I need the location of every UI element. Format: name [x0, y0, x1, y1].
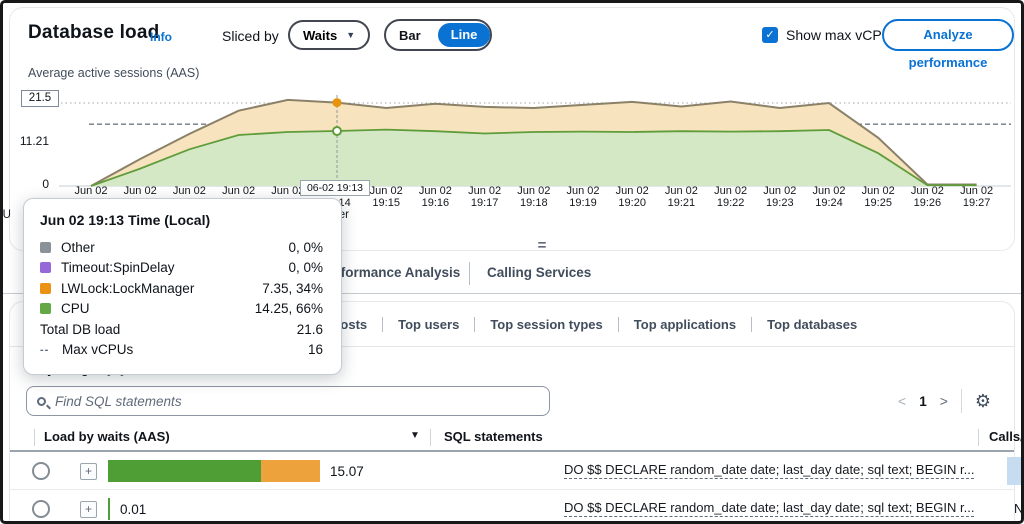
tooltip-row: Timeout:SpinDelay0, 0%	[40, 258, 323, 279]
expand-icon[interactable]: +	[80, 501, 97, 518]
x-axis-tick: Jun 0219:25	[850, 185, 906, 209]
column-load-by-waits: Load by waits (AAS)	[44, 429, 170, 444]
row-radio-button[interactable]	[32, 462, 50, 480]
sub-tab-top-users[interactable]: Top users	[382, 317, 474, 332]
series-swatch-icon	[40, 262, 51, 273]
chevron-left-icon[interactable]: <	[898, 393, 906, 409]
load-bar	[108, 460, 320, 482]
total-db-load-label: Total DB load	[40, 322, 297, 337]
y-axis-tick: 11.21	[9, 134, 49, 148]
column-divider	[978, 429, 979, 446]
sub-tab-top-session-types[interactable]: Top session types	[474, 317, 617, 332]
tooltip-row: Other0, 0%	[40, 237, 323, 258]
sql-table-header: Load by waits (AAS) ▼ SQL statements Cal…	[10, 424, 1014, 452]
series-swatch-icon	[40, 303, 51, 314]
column-divider	[430, 429, 431, 446]
legend-item: CPU	[0, 209, 11, 221]
sql-search-box	[26, 386, 550, 416]
load-by-waits-cell: 0.01	[108, 490, 146, 524]
x-axis-tick: Jun 0219:17	[457, 185, 513, 209]
x-axis-tick: Jun 0219:16	[407, 185, 463, 209]
x-axis-tick: Jun 0219:19	[555, 185, 611, 209]
chevron-right-icon[interactable]: >	[940, 393, 948, 409]
table-row: +0.01 DO $$ DECLARE random_date date; las…	[10, 490, 1014, 524]
gear-icon[interactable]: ⚙	[975, 392, 991, 410]
y-axis-max-load-label: 21.5	[21, 90, 59, 107]
dashed-line-icon: --	[40, 344, 52, 356]
tooltip-row: LWLock:LockManager7.35, 34%	[40, 278, 323, 299]
tooltip-total-row: Total DB load 21.6	[40, 319, 323, 340]
series-swatch-icon	[40, 283, 51, 294]
x-axis-tick: Jun 0219:21	[653, 185, 709, 209]
tooltip-rows: Other0, 0%Timeout:SpinDelay0, 0%LWLock:L…	[40, 237, 323, 319]
search-input[interactable]	[55, 394, 539, 409]
tab-calling-services[interactable]: Calling Services	[487, 265, 591, 280]
x-axis-tick: Jun 0219:18	[506, 185, 562, 209]
column-sql-statements: SQL statements	[444, 429, 543, 444]
x-axis-tick: Jun 0219:20	[604, 185, 660, 209]
sql-statement-link[interactable]: DO $$ DECLARE random_date date; last_day…	[564, 500, 974, 517]
panel-resize-handle-icon[interactable]: =	[525, 237, 559, 254]
pager-divider	[961, 389, 962, 413]
x-axis-tick: Jun 0219:27	[949, 185, 1005, 209]
pagination: < 1 > ⚙	[898, 386, 991, 416]
sub-tab-top-databases[interactable]: Top databases	[751, 317, 872, 332]
column-calls: Calls/	[989, 429, 1024, 444]
max-vcpus-label: Max vCPUs	[62, 342, 308, 357]
total-db-load-value: 21.6	[297, 322, 323, 337]
x-axis-tick: Jun 0219:22	[703, 185, 759, 209]
tab-divider	[469, 262, 470, 285]
load-value: 0.01	[120, 502, 146, 517]
expand-icon[interactable]: +	[80, 463, 97, 480]
x-axis-tick: Jun 0219:24	[801, 185, 857, 209]
load-bar	[108, 498, 110, 520]
row-radio-button[interactable]	[32, 500, 50, 518]
hovered-time-label: 06-02 19:13	[300, 180, 370, 196]
load-by-waits-cell: 15.07	[108, 452, 364, 490]
x-axis-tick: Jun 0219:23	[752, 185, 808, 209]
max-vcpus-value: 16	[308, 342, 323, 357]
sub-tabs: Top hostsTop usersTop session typesTop a…	[306, 302, 872, 347]
sql-statement-link[interactable]: DO $$ DECLARE random_date date; last_day…	[564, 462, 974, 479]
sub-tab-top-applications[interactable]: Top applications	[618, 317, 751, 332]
sort-descending-icon[interactable]: ▼	[410, 430, 420, 441]
tooltip-max-vcpu-row: -- Max vCPUs 16	[40, 340, 323, 361]
table-row: +15.07 DO $$ DECLARE random_date date; la…	[10, 452, 1014, 490]
y-axis-tick: 0	[9, 177, 49, 191]
column-divider	[34, 429, 35, 446]
chart-tooltip: Jun 02 19:13 Time (Local) Other0, 0%Time…	[23, 198, 342, 375]
app-window: Database load Info Sliced by Waits ▼ Bar…	[0, 0, 1024, 524]
x-axis-tick: Jun 0219:26	[899, 185, 955, 209]
page-number[interactable]: 1	[919, 394, 927, 409]
search-icon	[37, 397, 46, 406]
calls-value: N/A	[1014, 501, 1024, 516]
tooltip-title: Jun 02 19:13 Time (Local)	[40, 212, 323, 228]
load-value: 15.07	[330, 464, 364, 479]
calls-histogram-bar	[1007, 457, 1024, 485]
tooltip-row: CPU14.25, 66%	[40, 299, 323, 320]
series-swatch-icon	[40, 242, 51, 253]
